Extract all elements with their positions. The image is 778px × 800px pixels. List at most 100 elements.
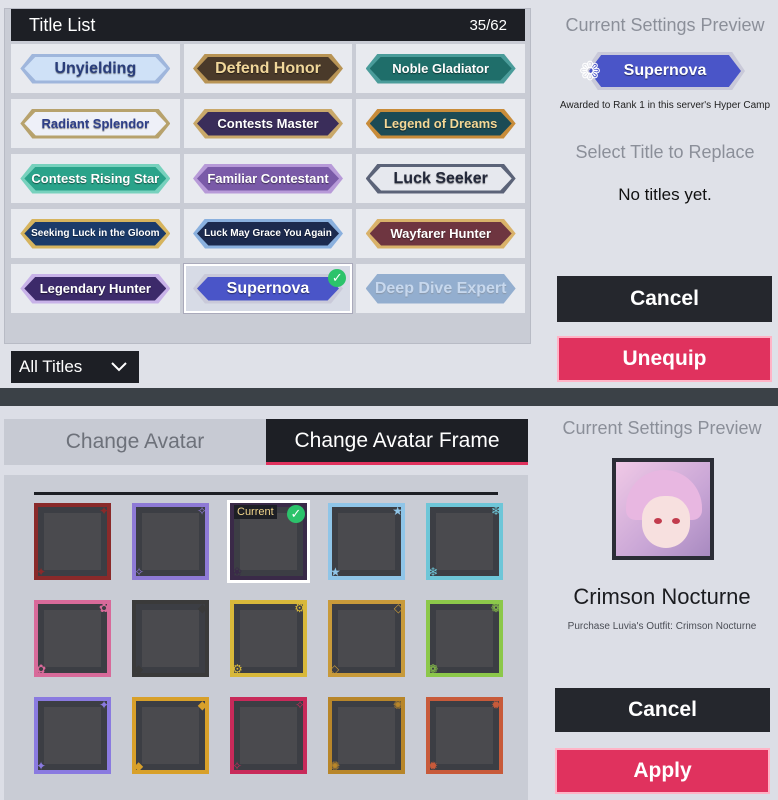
title-item[interactable]: Legend of Dreams	[356, 99, 526, 148]
title-list-header: Title List 35/62	[11, 9, 525, 41]
title-item[interactable]: Wayfarer Hunter	[356, 209, 526, 258]
frame-placeholder	[142, 513, 199, 570]
title-item[interactable]: Seeking Luck in the Gloom	[11, 209, 180, 258]
title-pill: Wayfarer Hunter	[365, 218, 516, 249]
avatar-frame-item[interactable]: ✧ ✧	[230, 697, 307, 774]
frame-ornament-icon: ★	[392, 504, 403, 518]
frame-placeholder	[436, 513, 493, 570]
title-pill: Contests Master	[193, 108, 343, 139]
frame-grid: ✦✦✧✧❀❀Current✓★★❄❄✿✿◆◆⚙⚙◇◇❁❁✦✦◆◆✧✧✺✺✹✹	[34, 500, 503, 794]
avatar-preview	[612, 458, 714, 560]
apply-button[interactable]: Apply	[555, 748, 770, 794]
current-tag: Current	[234, 505, 277, 519]
frame-ornament-icon: ❁	[428, 662, 439, 676]
avatar-frame-item[interactable]: ✦ ✦	[34, 503, 111, 580]
frame-ornament-icon: ❀	[232, 565, 243, 579]
title-grid: Unyielding Defend Honor Noble Gladiator Rad…	[11, 44, 526, 319]
title-pill: Familiar Contestant	[193, 163, 343, 194]
avatar-frame-item[interactable]: ◇ ◇	[328, 600, 405, 677]
avatar-frame-item[interactable]: ❄ ❄	[426, 503, 503, 580]
avatar-frame-item[interactable]: ✧ ✧	[132, 503, 209, 580]
title-settings-section: Title List 35/62 Unyielding Defend Honor N…	[0, 0, 778, 388]
frame-name: Crimson Nocturne	[573, 584, 751, 609]
title-row: Radiant Splendor Contests Master Legend of…	[11, 99, 526, 148]
title-item[interactable]: Contests Master	[183, 99, 353, 148]
frame-ornament-icon: ⚙	[294, 601, 305, 615]
frame-placeholder	[436, 707, 493, 764]
award-description: Awarded to Rank 1 in this server's Hyper…	[559, 100, 771, 111]
frame-ornament-icon: ❄	[490, 504, 501, 518]
avatar-frame-item[interactable]: ✿ ✿	[34, 600, 111, 677]
title-item[interactable]: Luck Seeker	[356, 154, 526, 203]
title-count: 35/62	[469, 16, 507, 34]
title-label: Contests Master	[217, 116, 319, 131]
avatar-frame-item[interactable]: ⚙ ⚙	[230, 600, 307, 677]
frame-list-separator	[34, 492, 498, 495]
title-item[interactable]: Deep Dive Expert	[356, 264, 525, 313]
title-item[interactable]: Noble Gladiator	[356, 44, 526, 93]
avatar-face	[642, 496, 690, 548]
frame-ornament-icon: ✦	[36, 565, 47, 579]
frame-placeholder	[44, 610, 101, 667]
select-title-label: Select Title to Replace	[575, 142, 755, 162]
frame-ornament-icon: ❄	[428, 565, 439, 579]
title-label: Legend of Dreams	[383, 116, 498, 131]
title-label: Deep Dive Expert	[374, 279, 507, 297]
title-label: Wayfarer Hunter	[390, 226, 491, 241]
frame-cancel-button[interactable]: Cancel	[555, 688, 770, 732]
frame-ornament-icon: ✧	[232, 759, 243, 773]
title-pill: Noble Gladiator	[365, 53, 516, 84]
frame-row: ✦ ✦ ◆ ◆ ✧ ✧ ✺ ✺ ✹ ✹	[34, 697, 503, 774]
avatar-eye-right	[672, 518, 680, 524]
avatar-frame-item[interactable]: ★ ★	[328, 503, 405, 580]
frame-ornament-icon: ✦	[98, 504, 109, 518]
title-filter-dropdown[interactable]: All Titles	[11, 351, 139, 383]
tab-change-avatar-frame[interactable]: Change Avatar Frame	[266, 419, 528, 465]
title-pill: Unyielding	[20, 53, 171, 84]
title-label: Supernova	[226, 279, 310, 297]
frame-placeholder	[44, 707, 101, 764]
title-item[interactable]: Contests Rising Star	[11, 154, 180, 203]
frame-ornament-icon: ✺	[330, 759, 341, 773]
title-item[interactable]: Radiant Splendor	[11, 99, 180, 148]
title-label: Luck Seeker	[393, 169, 488, 187]
tab-change-avatar[interactable]: Change Avatar	[4, 419, 266, 465]
title-item[interactable]: Defend Honor	[183, 44, 353, 93]
title-label: Luck May Grace You Again	[204, 228, 332, 239]
avatar-frame-item[interactable]: ✦ ✦	[34, 697, 111, 774]
title-pill: Luck Seeker	[365, 163, 516, 194]
frame-placeholder	[240, 610, 297, 667]
frame-placeholder	[338, 513, 395, 570]
avatar-frame-item[interactable]: ◆ ◆	[132, 600, 209, 677]
frame-ornament-icon: ✺	[392, 698, 403, 712]
avatar-frame-item[interactable]: ❁ ❁	[426, 600, 503, 677]
check-icon: ✓	[328, 269, 347, 287]
frame-ornament-icon: ✦	[36, 759, 47, 773]
chevron-down-icon	[111, 357, 127, 377]
title-list-heading: Title List	[29, 14, 96, 35]
avatar-frame-item[interactable]: ✹ ✹	[426, 697, 503, 774]
frame-ornament-icon: ◆	[197, 601, 207, 615]
frame-ornament-icon: ✧	[196, 504, 207, 518]
title-item[interactable]: Luck May Grace You Again	[183, 209, 353, 258]
title-cancel-button[interactable]: Cancel	[557, 276, 772, 322]
avatar-frame-item[interactable]: ✺ ✺	[328, 697, 405, 774]
avatar-frame-item[interactable]: ◆ ◆	[132, 697, 209, 774]
title-pill: Luck May Grace You Again	[193, 218, 343, 249]
title-item[interactable]: Supernova ✓	[183, 264, 353, 313]
current-title-pill: Supernova	[585, 52, 745, 90]
section-divider	[0, 388, 778, 406]
title-pill: Legendary Hunter	[20, 273, 171, 304]
avatar-frame-item[interactable]: ❀❀Current✓	[227, 500, 310, 583]
title-label: Defend Honor	[215, 59, 321, 77]
title-item[interactable]: Unyielding	[11, 44, 180, 93]
title-item[interactable]: Familiar Contestant	[183, 154, 353, 203]
title-label: Noble Gladiator	[392, 61, 490, 76]
crystal-flower-icon: ❁	[579, 56, 601, 86]
title-item[interactable]: Legendary Hunter	[11, 264, 180, 313]
title-row: Unyielding Defend Honor Noble Gladiator	[11, 44, 526, 93]
title-label: Radiant Splendor	[41, 116, 150, 131]
unequip-button[interactable]: Unequip	[557, 336, 772, 382]
frame-row: ✦✦✧✧❀❀Current✓★★❄❄	[34, 500, 503, 583]
frame-description: Purchase Luvia's Outfit: Crimson Nocturn…	[567, 621, 757, 632]
